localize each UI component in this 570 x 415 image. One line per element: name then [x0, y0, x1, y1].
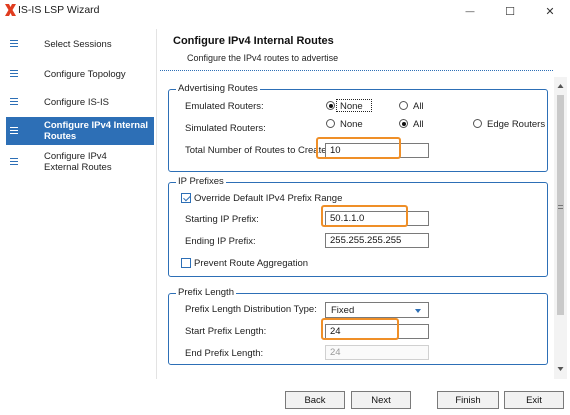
chevron-down-icon — [415, 309, 421, 313]
nav-item-configure-ipv4-external-routes[interactable]: Configure IPv4 External Routes — [6, 148, 154, 176]
maximize-icon: ☐ — [505, 5, 515, 18]
next-button[interactable]: Next — [351, 391, 411, 409]
end-prefix-length-label: End Prefix Length: — [185, 348, 264, 359]
simulated-none-label[interactable]: None — [340, 119, 363, 130]
page-title: Configure IPv4 Internal Routes — [173, 35, 334, 47]
ending-ip-prefix-label: Ending IP Prefix: — [185, 236, 256, 247]
scrollbar-grip-icon — [558, 205, 563, 209]
nav-item-configure-isis[interactable]: Configure IS-IS — [6, 93, 154, 111]
prevent-route-aggregation-label[interactable]: Prevent Route Aggregation — [194, 258, 308, 269]
header-divider — [160, 70, 553, 71]
page-subtitle: Configure the IPv4 routes to advertise — [187, 53, 339, 63]
select-value: Fixed — [331, 305, 355, 316]
menu-icon — [10, 158, 18, 166]
back-button[interactable]: Back — [285, 391, 345, 409]
exit-button[interactable]: Exit — [504, 391, 564, 409]
highlight-box — [321, 318, 399, 340]
minimize-button[interactable]: — — [450, 0, 490, 22]
nav-item-label: Configure IS-IS — [44, 96, 109, 108]
menu-icon — [10, 40, 18, 48]
simulated-all-radio[interactable] — [399, 119, 408, 128]
prevent-route-aggregation-checkbox[interactable] — [181, 258, 191, 268]
nav-item-label: Configure IPv4 External Routes — [44, 151, 112, 173]
emulated-routers-label: Emulated Routers: — [185, 101, 264, 112]
close-icon: ✕ — [545, 5, 555, 18]
highlight-box — [321, 205, 408, 227]
nav-item-label: Configure IPv4 Internal Routes — [44, 120, 148, 142]
starting-ip-prefix-label: Starting IP Prefix: — [185, 214, 259, 225]
highlight-box — [316, 137, 401, 159]
finish-button[interactable]: Finish — [437, 391, 499, 409]
emulated-all-label[interactable]: All — [413, 101, 424, 112]
nav-item-select-sessions[interactable]: Select Sessions — [6, 35, 154, 53]
group-legend: Prefix Length — [176, 287, 236, 298]
close-button[interactable]: ✕ — [530, 0, 570, 22]
prefix-distribution-type-select[interactable]: Fixed — [325, 302, 429, 318]
group-legend: Advertising Routes — [176, 83, 260, 94]
total-routes-label: Total Number of Routes to Create: — [185, 145, 330, 156]
ending-ip-prefix-input[interactable] — [325, 233, 429, 248]
window-title: IS-IS LSP Wizard — [18, 4, 100, 16]
prefix-distribution-type-label: Prefix Length Distribution Type: — [185, 304, 317, 315]
scroll-up-arrow-icon[interactable] — [554, 81, 567, 91]
minimize-icon: — — [465, 6, 475, 16]
nav-item-configure-topology[interactable]: Configure Topology — [6, 65, 154, 83]
wizard-steps-nav: Select Sessions Configure Topology Confi… — [0, 29, 157, 379]
simulated-edge-routers-radio[interactable] — [473, 119, 482, 128]
menu-icon — [10, 127, 18, 135]
emulated-all-radio[interactable] — [399, 101, 408, 110]
scroll-down-arrow-icon[interactable] — [554, 364, 567, 374]
emulated-none-radio[interactable] — [326, 101, 335, 110]
override-prefix-range-label[interactable]: Override Default IPv4 Prefix Range — [194, 193, 342, 204]
group-legend: IP Prefixes — [176, 176, 226, 187]
simulated-routers-label: Simulated Routers: — [185, 123, 266, 134]
end-prefix-length-input — [325, 345, 429, 360]
simulated-all-label[interactable]: All — [413, 119, 424, 130]
start-prefix-length-label: Start Prefix Length: — [185, 326, 267, 337]
maximize-button[interactable]: ☐ — [490, 0, 530, 22]
app-logo-icon — [5, 4, 16, 16]
nav-item-configure-ipv4-internal-routes[interactable]: Configure IPv4 Internal Routes — [6, 117, 154, 145]
emulated-none-label[interactable]: None — [340, 101, 363, 112]
simulated-edge-routers-label[interactable]: Edge Routers — [487, 119, 545, 130]
simulated-none-radio[interactable] — [326, 119, 335, 128]
nav-item-label: Configure Topology — [44, 68, 126, 80]
menu-icon — [10, 70, 18, 78]
vertical-scrollbar[interactable] — [554, 77, 567, 379]
menu-icon — [10, 98, 18, 106]
nav-item-label: Select Sessions — [44, 38, 112, 50]
title-bar: IS-IS LSP Wizard — ☐ ✕ — [0, 0, 570, 22]
override-prefix-range-checkbox[interactable] — [181, 193, 191, 203]
